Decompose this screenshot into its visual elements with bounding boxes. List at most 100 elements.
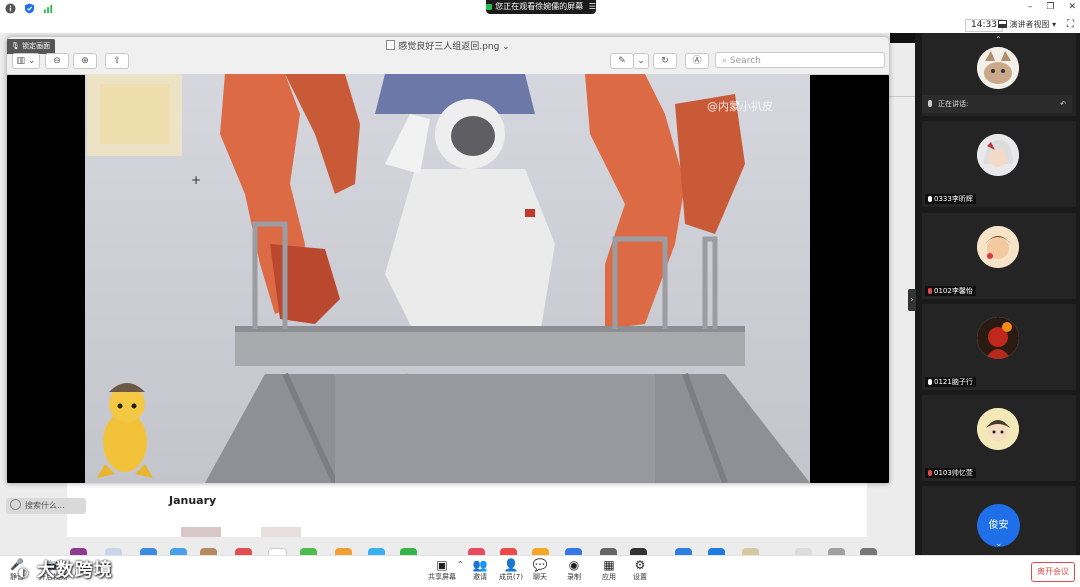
participant-tile[interactable]: 0103帅忆萱 (922, 395, 1076, 481)
search-placeholder: Search (729, 56, 761, 66)
participant-tile[interactable]: 0333李昕辉 (922, 121, 1076, 207)
preview-search-field[interactable]: ⌕ Search (715, 52, 885, 68)
participant-name-text: 0333李昕辉 (934, 195, 973, 203)
photo-watermark: @内蒙小扒皮 (707, 100, 773, 113)
file-icon (386, 40, 396, 50)
undo-icon[interactable]: ↶ (1060, 95, 1066, 113)
lock-screen-badge[interactable]: 🎙 锁定画面 (7, 39, 56, 54)
mic-icon (928, 288, 932, 294)
share-screen-label: 共享屏幕 (428, 573, 456, 581)
grid-view-icon (998, 20, 1007, 28)
sidebar-toggle-button[interactable]: ▥ ⌄ (12, 53, 40, 69)
search-circle-icon (10, 499, 21, 510)
participant-name-text: 0121脑子行 (934, 378, 973, 386)
mic-icon (928, 196, 932, 202)
preview-window: 感觉良好三人组返回.png ⌄ 🎙 锁定画面 ▥ ⌄ ⊖ ⊕ ⇪ ✎ ⌄ ↻ Ⓐ… (7, 37, 889, 483)
astronaut-photo: @内蒙小扒皮 + (85, 74, 810, 483)
participant-name: 0121脑子行 (925, 377, 976, 387)
participant-name: 0333李昕辉 (925, 194, 976, 204)
restore-icon[interactable]: ❐ (1046, 2, 1054, 12)
minimize-icon[interactable]: – (1028, 2, 1033, 12)
settings-label: 设置 (633, 573, 647, 581)
speaking-label: 正在讲话: (938, 100, 969, 108)
share-button[interactable]: ⇪ (105, 53, 129, 69)
chat-label: 聊天 (533, 573, 547, 581)
markup-pen-button[interactable]: ✎ (610, 53, 634, 69)
apps-icon: ▦ (603, 558, 615, 572)
members-icon: 👤 (503, 558, 519, 572)
invite-button[interactable]: 👥 邀请 (465, 558, 495, 582)
chat-button[interactable]: 💬 聊天 (525, 558, 555, 582)
fullscreen-icon[interactable]: ⛶ (1067, 19, 1074, 30)
share-options-chevron-icon[interactable]: ⌃ (457, 560, 464, 569)
zoom-top-bar: 您正在观看徐婉儒的屏幕 ☰ – ❐ ✕ (0, 0, 1080, 17)
share-status-icon (486, 4, 493, 10)
banner-menu-icon[interactable]: ☰ (589, 2, 596, 11)
apps-label: 应用 (602, 573, 616, 581)
search-icon: ⌕ (722, 56, 728, 66)
participant-tile[interactable]: 0121脑子行 (922, 304, 1076, 390)
participant-name: 0102李馨怡 (925, 286, 976, 296)
lock-badge-label: 锁定画面 (22, 42, 51, 50)
share-banner-text: 您正在观看徐婉儒的屏幕 (495, 2, 584, 11)
markup-dropdown-button[interactable]: ⌄ (633, 53, 649, 69)
meeting-toolbar: 🎤 静音 📷 开启视频 ▣ 共享屏幕 ⌃ 👥 邀请 👤 成员(7) 💬 聊天 ◉… (0, 555, 1080, 587)
background-search-text: 搜索什么… (25, 501, 65, 510)
mic-icon (928, 100, 932, 107)
brand-logo-icon: ◐ (18, 565, 30, 579)
top-left-icons (5, 3, 54, 14)
members-button[interactable]: 👤 成员(7) (496, 558, 526, 582)
zoom-sub-bar (0, 17, 1080, 33)
security-shield-icon[interactable] (24, 3, 35, 14)
record-label: 录制 (567, 573, 581, 581)
zoom-in-button[interactable]: ⊕ (73, 53, 97, 69)
collapse-panel-handle[interactable]: › (908, 289, 916, 311)
settings-icon: ⚙ (634, 558, 646, 572)
zoom-out-button[interactable]: ⊖ (45, 53, 69, 69)
signal-icon[interactable] (43, 3, 54, 14)
share-screen-icon: ▣ (436, 558, 448, 572)
astronaut-scene (85, 74, 810, 483)
apps-button[interactable]: ▦ 应用 (594, 558, 624, 582)
settings-button[interactable]: ⚙ 设置 (625, 558, 655, 582)
window-controls: – ❐ ✕ (1028, 2, 1076, 12)
members-label: 成员(7) (499, 573, 523, 581)
cat-avatar-icon (977, 47, 1019, 89)
participant-tile[interactable]: 0102李馨怡 (922, 213, 1076, 299)
avatar (977, 47, 1019, 89)
background-calendar-window: January (67, 476, 867, 537)
record-button[interactable]: ◉ 录制 (559, 558, 589, 582)
share-screen-button[interactable]: ▣ 共享屏幕 (427, 558, 457, 582)
brand-text: 大数跨境 (36, 560, 113, 581)
girl-avatar-icon (977, 226, 1019, 268)
shared-screen-edge (890, 33, 915, 43)
annotate-button[interactable]: Ⓐ (685, 53, 709, 69)
crosshair-cursor: + (191, 173, 202, 187)
chevron-up-icon[interactable]: ⌃ (995, 35, 1002, 44)
avatar (977, 408, 1019, 450)
self-tile[interactable]: 俊安 ⌄ (922, 486, 1076, 555)
mic-icon: 🎙 (11, 42, 20, 50)
preview-titlebar: 感觉良好三人组返回.png ⌄ 🎙 锁定画面 ▥ ⌄ ⊖ ⊕ ⇪ ✎ ⌄ ↻ Ⓐ… (7, 37, 889, 75)
preview-title: 感觉良好三人组返回.png ⌄ (7, 39, 889, 52)
background-search-pill: 搜索什么… (6, 498, 86, 514)
view-mode-label: 演讲者视图 (1009, 20, 1050, 29)
view-mode-button[interactable]: 演讲者视图 ▾ (998, 19, 1056, 30)
close-icon[interactable]: ✕ (1068, 2, 1076, 12)
mic-icon (928, 470, 932, 476)
chat-icon: 💬 (532, 558, 548, 572)
participants-panel: ⌃ 正在讲话: ↶ 0333李昕辉 0102李馨怡 0121脑子行 0103帅忆… (915, 33, 1080, 555)
spiderman-avatar-icon (977, 317, 1019, 359)
chevron-down-icon[interactable]: ⌄ (995, 539, 1003, 549)
anime-avatar-icon (977, 134, 1019, 176)
brand-watermark: ◐ 大数跨境 (18, 556, 113, 582)
cartoon-avatar-icon (977, 408, 1019, 450)
calendar-thumbnail (261, 527, 301, 537)
invite-icon: 👥 (472, 558, 488, 572)
viewing-share-banner[interactable]: 您正在观看徐婉儒的屏幕 ☰ (486, 0, 596, 14)
info-icon[interactable] (5, 3, 16, 14)
rotate-button[interactable]: ↻ (653, 53, 677, 69)
avatar (977, 226, 1019, 268)
leave-meeting-button[interactable]: 离开会议 (1031, 562, 1075, 582)
invite-label: 邀请 (473, 573, 487, 581)
